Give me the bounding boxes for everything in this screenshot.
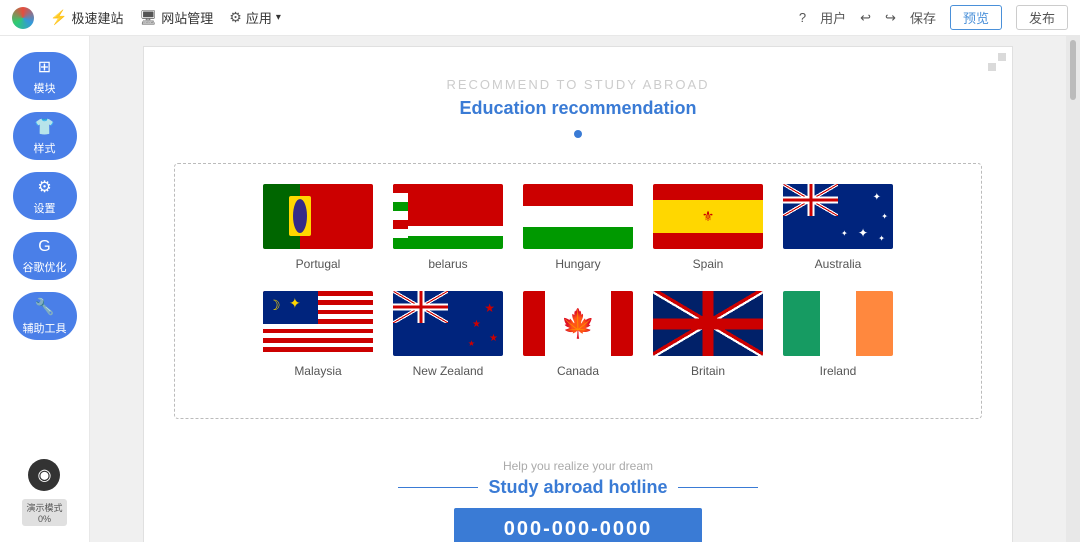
toolbar-item-apps[interactable]: ⚙ 应用 ▾ — [229, 8, 281, 27]
toolbar-item-manage[interactable]: 🖥 网站管理 — [139, 8, 213, 27]
redo-button[interactable]: ↪ — [885, 10, 896, 26]
flag-item-hungary[interactable]: Hungary — [523, 184, 633, 271]
save-button[interactable]: 保存 — [910, 8, 936, 27]
demo-mode-button[interactable]: ◉ — [28, 459, 60, 491]
flag-item-ireland[interactable]: Ireland — [783, 291, 893, 378]
section-header: RECOMMEND TO STUDY ABROAD Education reco… — [144, 47, 1012, 153]
demo-label: 演示模式0% — [22, 499, 66, 526]
flag-item-portugal[interactable]: Portugal — [263, 184, 373, 271]
flag-canada: 🍁 — [523, 291, 633, 356]
user-button[interactable]: 用户 — [820, 8, 846, 27]
flag-item-spain[interactable]: ⚜ Spain — [653, 184, 763, 271]
sidebar-item-seo[interactable]: G 谷歌优化 — [13, 232, 77, 280]
flags-container: Portugal belarus — [174, 163, 982, 419]
chevron-down-icon: ▾ — [276, 12, 281, 23]
demo-icon: ◉ — [38, 465, 52, 485]
toolbar: ⚡ 极速建站 🖥 网站管理 ⚙ 应用 ▾ ? 用户 ↩ ↪ 保存 预览 发布 — [0, 0, 1080, 36]
section-title-en: RECOMMEND TO STUDY ABROAD — [144, 77, 1012, 92]
scrollbar[interactable] — [1066, 36, 1080, 542]
build-icon: ⚡ — [50, 9, 67, 26]
flag-newzealand: ★ ★ ★ ★ — [393, 291, 503, 356]
sidebar-bottom: ◉ 演示模式0% — [22, 459, 66, 526]
hotline-line-left — [398, 487, 478, 488]
flag-belarus — [393, 184, 503, 249]
app-logo — [12, 7, 34, 29]
bottom-section: Help you realize your dream Study abroad… — [144, 439, 1012, 542]
flag-britain — [653, 291, 763, 356]
page-content: RECOMMEND TO STUDY ABROAD Education reco… — [143, 46, 1013, 542]
modules-icon: ⊞ — [38, 57, 51, 77]
settings-icon: ⚙ — [37, 177, 51, 197]
hotline-title: Study abroad hotline — [144, 477, 1012, 498]
corner-decoration — [988, 53, 1006, 71]
help-button[interactable]: ? — [799, 10, 806, 25]
section-title-main: Education recommendation — [144, 98, 1012, 119]
preview-button[interactable]: 预览 — [950, 5, 1002, 30]
sidebar-item-styles[interactable]: 👕 样式 — [13, 112, 77, 160]
flag-item-malaysia[interactable]: ☽ ✦ Malaysia — [263, 291, 373, 378]
flag-portugal — [263, 184, 373, 249]
publish-button[interactable]: 发布 — [1016, 5, 1068, 30]
flag-hungary — [523, 184, 633, 249]
toolbar-right: ? 用户 ↩ ↪ 保存 预览 发布 — [799, 5, 1068, 30]
sidebar-item-settings[interactable]: ⚙ 设置 — [13, 172, 77, 220]
flag-item-belarus[interactable]: belarus — [393, 184, 503, 271]
flag-ireland — [783, 291, 893, 356]
flag-item-australia[interactable]: ✦ ✦ ✦ ✦ ✦ Australia — [783, 184, 893, 271]
flag-spain: ⚜ — [653, 184, 763, 249]
flag-item-newzealand[interactable]: ★ ★ ★ ★ New Zealand — [393, 291, 503, 378]
canvas-area[interactable]: RECOMMEND TO STUDY ABROAD Education reco… — [90, 36, 1066, 542]
apps-icon: ⚙ — [229, 9, 242, 26]
hotline-subtitle: Help you realize your dream — [144, 459, 1012, 473]
hotline-number: 000-000-0000 — [454, 508, 703, 542]
seo-icon: G — [38, 238, 50, 256]
main-layout: ⊞ 模块 👕 样式 ⚙ 设置 G 谷歌优化 🔧 辅助工具 ◉ 演示模式0% — [0, 36, 1080, 542]
scroll-thumb[interactable] — [1070, 40, 1076, 100]
sidebar: ⊞ 模块 👕 样式 ⚙ 设置 G 谷歌优化 🔧 辅助工具 ◉ 演示模式0% — [0, 36, 90, 542]
section-dot — [574, 130, 582, 138]
flags-row-1: Portugal belarus — [195, 184, 961, 271]
toolbar-item-build[interactable]: ⚡ 极速建站 — [50, 8, 123, 27]
flag-item-canada[interactable]: 🍁 Canada — [523, 291, 633, 378]
manage-icon: 🖥 — [139, 9, 157, 26]
flag-item-britain[interactable]: Britain — [653, 291, 763, 378]
flags-row-2: ☽ ✦ Malaysia — [195, 291, 961, 378]
undo-button[interactable]: ↩ — [860, 10, 871, 26]
tools-icon: 🔧 — [35, 297, 55, 317]
flag-malaysia: ☽ ✦ — [263, 291, 373, 356]
hotline-line-right — [678, 487, 758, 488]
styles-icon: 👕 — [35, 117, 55, 137]
flag-australia: ✦ ✦ ✦ ✦ ✦ — [783, 184, 893, 249]
sidebar-item-modules[interactable]: ⊞ 模块 — [13, 52, 77, 100]
sidebar-item-tools[interactable]: 🔧 辅助工具 — [13, 292, 77, 340]
